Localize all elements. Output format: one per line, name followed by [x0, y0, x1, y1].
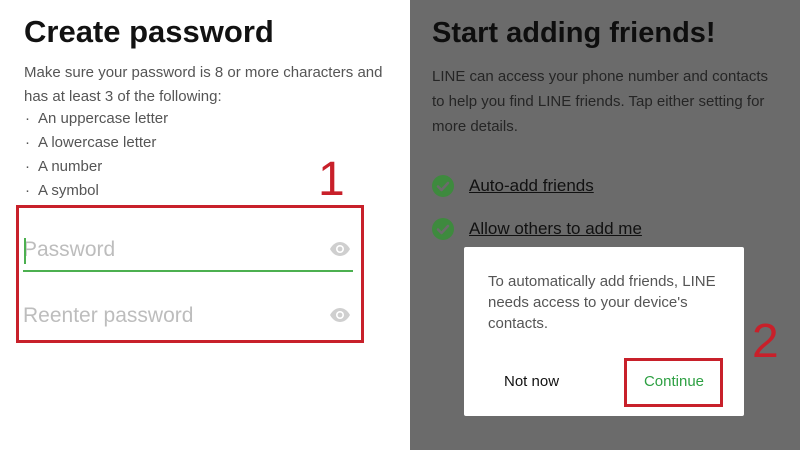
page-title: Create password: [24, 14, 274, 49]
list-item: · An uppercase letter: [25, 110, 169, 127]
list-item: · A lowercase letter: [25, 134, 157, 151]
list-item: · A number: [25, 158, 103, 175]
not-now-button[interactable]: Not now: [504, 367, 574, 397]
option-label[interactable]: Allow others to add me: [469, 218, 642, 240]
step-number-1: 1: [318, 153, 345, 206]
list-item: · A symbol: [25, 182, 99, 199]
requirements-list: · An uppercase letter · A lowercase letter…: [24, 107, 168, 203]
check-circle-icon: [432, 175, 454, 197]
option-label[interactable]: Auto-add friends: [469, 175, 594, 197]
step-number-2: 2: [752, 315, 779, 368]
create-password-screen: Create password Make sure your password …: [0, 0, 408, 450]
page-title: Start adding friends!: [432, 17, 716, 49]
password-requirements-text: Make sure your password is 8 or more cha…: [24, 64, 383, 105]
highlight-box-step-1: [16, 205, 364, 343]
dialog-message: To automatically add friends, LINE needs…: [488, 273, 716, 332]
highlight-box-step-2: [624, 358, 723, 407]
friends-description-text: LINE can access your phone number and co…: [432, 68, 769, 135]
check-circle-icon: [432, 218, 454, 240]
